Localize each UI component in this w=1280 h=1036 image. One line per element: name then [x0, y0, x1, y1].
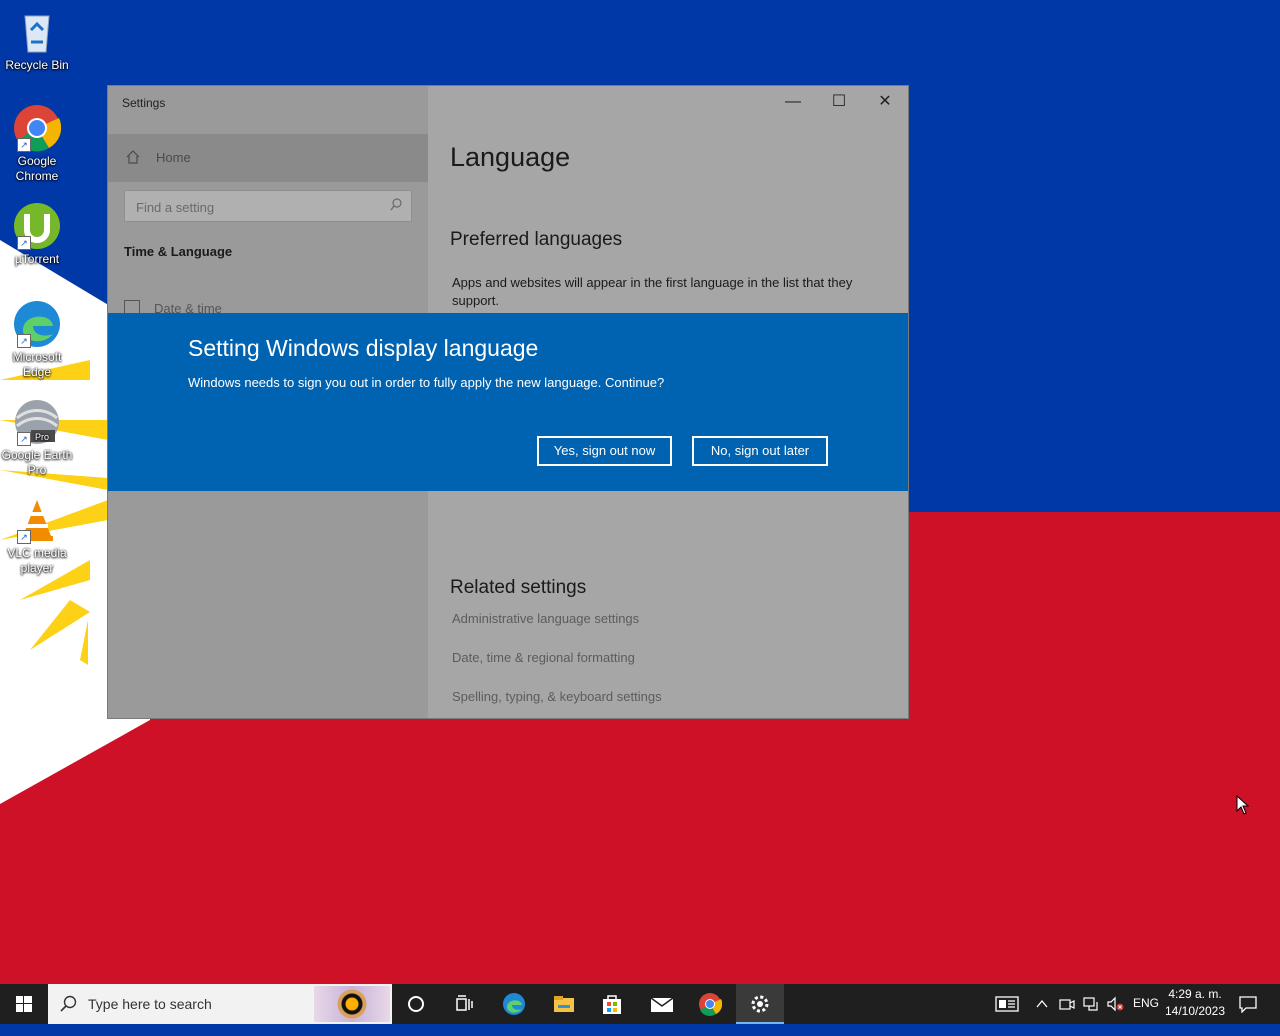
display-language-dialog: Setting Windows display language Windows… — [108, 313, 908, 491]
settings-icon[interactable] — [736, 984, 784, 1024]
chrome-icon[interactable] — [686, 984, 734, 1024]
preferred-languages-heading: Preferred languages — [450, 229, 623, 250]
search-icon — [60, 995, 77, 1012]
desktop-icon-label: Microsoft Edge — [12, 350, 62, 379]
vlc-icon: ↗ — [13, 496, 61, 544]
clock-date: 14/10/2023 — [1164, 1004, 1226, 1018]
desktop-icon-vlc[interactable]: ↗ VLC media player — [0, 496, 74, 576]
news-icon[interactable] — [994, 994, 1020, 1014]
google-earth-icon: Pro ↗ — [13, 398, 61, 446]
search-highlight-image — [314, 986, 390, 1022]
desktop-icon-label: Google Chrome — [15, 154, 59, 183]
page-title: Language — [450, 142, 571, 172]
windows-logo-icon — [16, 996, 32, 1012]
input-language-indicator[interactable]: ENG — [1133, 996, 1159, 1036]
related-link-regional-formatting[interactable]: Date, time & regional formatting — [452, 650, 635, 665]
maximize-button[interactable]: ☐ — [816, 86, 862, 118]
shortcut-arrow-icon: ↗ — [17, 138, 31, 152]
mail-icon[interactable] — [638, 984, 686, 1024]
edge-icon[interactable] — [490, 984, 538, 1024]
clock[interactable]: 4:29 a. m. 14/10/2023 — [1160, 986, 1230, 1020]
taskbar-search-placeholder: Type here to search — [88, 996, 212, 1012]
nav-home[interactable]: Home — [108, 134, 428, 182]
task-view-icon[interactable] — [440, 984, 488, 1024]
dialog-message: Windows needs to sign you out in order t… — [188, 375, 665, 390]
sign-out-now-button[interactable]: Yes, sign out now — [537, 436, 672, 466]
desktop-icon-google-earth[interactable]: Pro ↗ Google Earth Pro — [0, 398, 74, 478]
desktop-icon-label: Google Earth Pro — [1, 448, 73, 477]
related-settings-heading: Related settings — [450, 577, 587, 598]
mouse-cursor-icon — [1236, 795, 1250, 815]
taskbar: Type here to search ENG 4:29 a. m. 14/10… — [0, 984, 1280, 1024]
close-button[interactable]: ✕ — [862, 86, 908, 118]
shortcut-arrow-icon: ↗ — [17, 530, 31, 544]
chevron-up-icon[interactable] — [1034, 996, 1050, 1012]
window-title: Settings — [122, 96, 166, 110]
file-explorer-icon[interactable] — [540, 984, 588, 1024]
shortcut-arrow-icon: ↗ — [17, 334, 31, 348]
utorrent-icon: ↗ — [13, 202, 61, 250]
related-link-admin-language[interactable]: Administrative language settings — [452, 611, 639, 626]
settings-search-input[interactable] — [125, 191, 388, 223]
recycle-bin-icon — [13, 8, 61, 56]
desktop-icon-label: VLC media player — [7, 546, 67, 575]
shortcut-arrow-icon: ↗ — [17, 236, 31, 250]
notification-center-icon[interactable] — [1238, 995, 1258, 1014]
dialog-title: Setting Windows display language — [188, 335, 539, 361]
settings-search-box[interactable] — [124, 190, 412, 223]
minimize-button[interactable]: — — [770, 86, 816, 118]
desktop-icon-label: Recycle Bin — [5, 58, 69, 72]
network-icon[interactable] — [1082, 996, 1100, 1012]
desktop-icon-recycle-bin[interactable]: Recycle Bin — [0, 8, 74, 73]
nav-home-label: Home — [156, 150, 191, 165]
preferred-languages-description: Apps and websites will appear in the fir… — [452, 275, 853, 308]
edge-icon: ↗ — [13, 300, 61, 348]
nav-section-title: Time & Language — [124, 244, 233, 259]
taskbar-search-box[interactable]: Type here to search — [48, 984, 392, 1024]
chrome-icon: ↗ — [13, 104, 62, 152]
related-link-keyboard-settings[interactable]: Spelling, typing, & keyboard settings — [452, 689, 662, 704]
svg-text:Pro: Pro — [35, 432, 49, 442]
cortana-icon[interactable] — [392, 984, 440, 1024]
clock-time: 4:29 a. m. — [1168, 987, 1222, 1001]
volume-muted-icon[interactable] — [1106, 996, 1126, 1012]
store-icon[interactable] — [588, 984, 636, 1024]
start-button[interactable] — [0, 984, 48, 1024]
desktop-icon-label: µTorrent — [14, 252, 60, 266]
desktop-icon-utorrent[interactable]: ↗ µTorrent — [0, 202, 74, 267]
meet-now-icon[interactable] — [1058, 996, 1076, 1012]
sign-out-later-button[interactable]: No, sign out later — [692, 436, 828, 466]
desktop-icon-edge[interactable]: ↗ Microsoft Edge — [0, 300, 74, 380]
desktop-icon-chrome[interactable]: ↗ Google Chrome — [0, 104, 74, 184]
home-icon — [126, 150, 140, 164]
shortcut-arrow-icon: ↗ — [17, 432, 31, 446]
search-icon[interactable] — [390, 198, 402, 212]
